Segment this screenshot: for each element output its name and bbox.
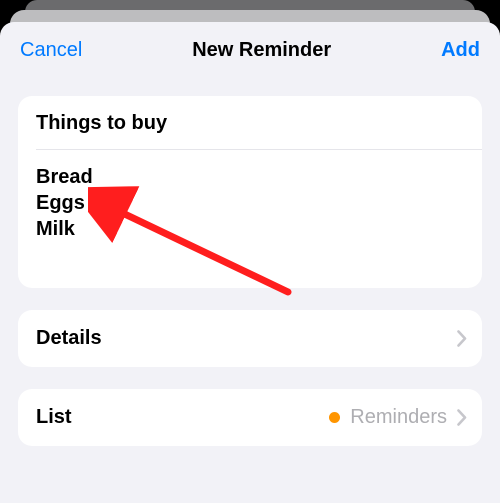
list-color-dot-icon (329, 412, 340, 423)
reminder-edit-card: Things to buy Bread Eggs Milk (18, 96, 482, 288)
add-button[interactable]: Add (441, 39, 480, 62)
cancel-button[interactable]: Cancel (20, 39, 82, 62)
chevron-right-icon (457, 330, 467, 347)
list-label: List (36, 406, 72, 429)
chevron-right-icon (457, 409, 467, 426)
reminder-title-input[interactable]: Things to buy (18, 96, 482, 149)
details-row[interactable]: Details (18, 310, 482, 367)
modal-sheet: Cancel New Reminder Add Things to buy Br… (0, 22, 500, 503)
details-label: Details (36, 327, 102, 350)
list-selected-name: Reminders (350, 406, 447, 429)
reminder-notes-input[interactable]: Bread Eggs Milk (18, 150, 482, 288)
content-area: Things to buy Bread Eggs Milk Details Li… (0, 76, 500, 446)
list-row[interactable]: List Reminders (18, 389, 482, 446)
modal-header: Cancel New Reminder Add (0, 22, 500, 76)
page-title: New Reminder (192, 39, 331, 62)
